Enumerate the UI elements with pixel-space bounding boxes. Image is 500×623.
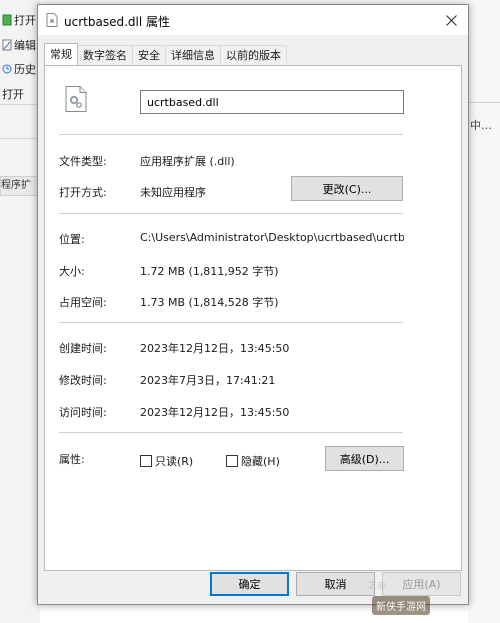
modified-label: 修改时间: bbox=[59, 374, 107, 387]
ok-button[interactable]: 确定 bbox=[210, 572, 289, 596]
explorer-section-label: 打开 bbox=[2, 88, 24, 101]
attributes-label: 属性: bbox=[59, 453, 85, 466]
accessed-value: 2023年12月12日，13:45:50 bbox=[140, 406, 290, 419]
size-label: 大小: bbox=[59, 265, 85, 278]
title-bar[interactable]: ucrtbased.dll 属性 bbox=[38, 5, 468, 35]
dll-file-icon bbox=[65, 86, 87, 112]
created-value: 2023年12月12日，13:45:50 bbox=[140, 342, 290, 355]
tab-general[interactable]: 常规 bbox=[44, 43, 78, 65]
close-icon bbox=[445, 14, 457, 26]
opens-with-label: 打开方式: bbox=[59, 186, 107, 199]
filename-input[interactable] bbox=[140, 90, 404, 114]
divider bbox=[59, 322, 403, 323]
location-value: C:\Users\Administrator\Desktop\ucrtbased… bbox=[140, 231, 404, 244]
checkbox-box[interactable] bbox=[226, 455, 238, 467]
general-tab-panel: 文件类型: 应用程序扩展 (.dll) 打开方式: 未知应用程序 更改(C)..… bbox=[44, 65, 462, 571]
tab-details[interactable]: 详细信息 bbox=[165, 45, 221, 64]
watermark-logo: 新侠手游网 bbox=[372, 596, 430, 615]
history-icon bbox=[2, 64, 12, 74]
file-icon bbox=[46, 13, 58, 27]
location-label: 位置: bbox=[59, 233, 85, 246]
size-on-disk-value: 1.73 MB (1,814,528 字节) bbox=[140, 296, 279, 309]
watermark-small: 之@ bbox=[368, 581, 387, 591]
checkbox-box[interactable] bbox=[140, 455, 152, 467]
explorer-right-divider bbox=[468, 102, 500, 103]
open-icon bbox=[2, 14, 12, 26]
explorer-column-header[interactable]: 程序扩 bbox=[0, 176, 42, 196]
divider bbox=[59, 213, 403, 214]
file-type-label: 文件类型: bbox=[59, 155, 107, 168]
divider bbox=[59, 432, 403, 433]
tab-previous-versions[interactable]: 以前的版本 bbox=[220, 45, 287, 64]
opens-with-value: 未知应用程序 bbox=[140, 186, 206, 199]
edit-icon bbox=[2, 39, 12, 51]
size-on-disk-label: 占用空间: bbox=[59, 296, 107, 309]
readonly-checkbox[interactable]: 只读(R) bbox=[140, 453, 193, 469]
modified-value: 2023年7月3日，17:41:21 bbox=[140, 374, 276, 387]
explorer-edit-item[interactable]: 编辑 bbox=[2, 37, 36, 53]
accessed-label: 访问时间: bbox=[59, 406, 107, 419]
created-label: 创建时间: bbox=[59, 342, 107, 355]
cancel-button[interactable]: 取消 bbox=[296, 572, 375, 596]
explorer-background-right bbox=[468, 0, 500, 623]
close-button[interactable] bbox=[434, 5, 468, 35]
apply-button[interactable]: 应用(A) bbox=[382, 572, 461, 596]
tab-security[interactable]: 安全 bbox=[132, 45, 166, 64]
size-value: 1.72 MB (1,811,952 字节) bbox=[140, 265, 279, 278]
explorer-open-item[interactable]: 打开 bbox=[2, 12, 36, 28]
dialog-title: ucrtbased.dll 属性 bbox=[64, 15, 170, 29]
tab-bar: 常规 数字签名 安全 详细信息 以前的版本 bbox=[44, 43, 287, 65]
advanced-button[interactable]: 高级(D)... bbox=[325, 446, 404, 471]
divider bbox=[59, 134, 403, 135]
hidden-checkbox[interactable]: 隐藏(H) bbox=[226, 453, 280, 469]
change-button[interactable]: 更改(C)... bbox=[291, 176, 403, 201]
explorer-history-item[interactable]: 历史 bbox=[2, 61, 36, 77]
tab-digital-signatures[interactable]: 数字签名 bbox=[77, 45, 133, 64]
explorer-ribbon-divider bbox=[0, 104, 40, 105]
file-type-value: 应用程序扩展 (.dll) bbox=[140, 155, 235, 168]
explorer-address-divider bbox=[0, 138, 40, 139]
explorer-search-fragment[interactable]: 中… bbox=[470, 117, 492, 133]
properties-dialog: ucrtbased.dll 属性 常规 数字签名 安全 详细信息 以前的版本 文… bbox=[37, 4, 469, 605]
